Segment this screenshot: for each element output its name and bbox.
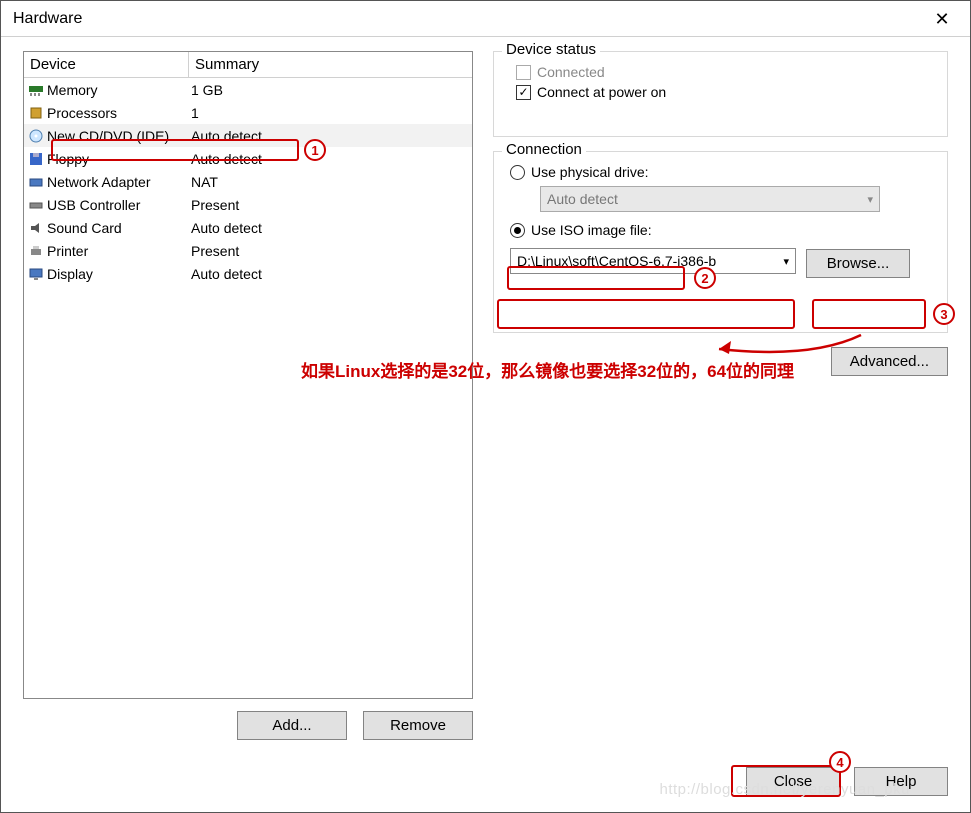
device-table-header: Device Summary <box>24 52 472 78</box>
device-summary: Auto detect <box>191 220 472 236</box>
add-button[interactable]: Add... <box>237 711 347 740</box>
use-physical-radio[interactable] <box>510 165 525 180</box>
cd-icon <box>28 128 44 144</box>
chevron-down-icon: ▾ <box>867 193 873 206</box>
device-name: USB Controller <box>47 197 191 213</box>
connect-power-on-label: Connect at power on <box>537 84 666 100</box>
device-summary: Present <box>191 243 472 259</box>
titlebar: Hardware ✕ <box>1 1 970 37</box>
connected-label: Connected <box>537 64 605 80</box>
chevron-down-icon[interactable]: ▾ <box>783 255 789 268</box>
device-status-legend: Device status <box>502 41 600 58</box>
display-icon <box>28 266 44 282</box>
device-summary: Auto detect <box>191 151 472 167</box>
device-row[interactable]: Display Auto detect <box>24 262 472 285</box>
device-summary: Present <box>191 197 472 213</box>
close-icon[interactable]: ✕ <box>922 2 962 36</box>
browse-button[interactable]: Browse... <box>806 249 910 278</box>
physical-drive-value: Auto detect <box>547 191 618 207</box>
device-name: Processors <box>47 105 191 121</box>
use-physical-label: Use physical drive: <box>531 164 649 180</box>
device-row[interactable]: Network Adapter NAT <box>24 170 472 193</box>
remove-button[interactable]: Remove <box>363 711 473 740</box>
use-iso-label: Use ISO image file: <box>531 222 652 238</box>
usb-icon <box>28 197 44 213</box>
use-iso-radio[interactable] <box>510 223 525 238</box>
content-area: Device Summary Memory 1 GB Processors 1 … <box>23 51 948 754</box>
device-row[interactable]: Floppy Auto detect <box>24 147 472 170</box>
right-pane: Device status Connected ✓ Connect at pow… <box>473 51 948 754</box>
iso-path-value: D:\Linux\soft\CentOS-6.7-i386-b <box>517 253 716 269</box>
window-title: Hardware <box>13 10 82 28</box>
device-row[interactable]: USB Controller Present <box>24 193 472 216</box>
sound-icon <box>28 220 44 236</box>
device-summary: Auto detect <box>191 128 472 144</box>
device-name: Floppy <box>47 151 191 167</box>
help-button[interactable]: Help <box>854 767 948 796</box>
device-row[interactable]: Memory 1 GB <box>24 78 472 101</box>
hardware-dialog: Hardware ✕ Device Summary Memory 1 GB Pr… <box>0 0 971 813</box>
device-summary: NAT <box>191 174 472 190</box>
net-icon <box>28 174 44 190</box>
connect-power-on-checkbox[interactable]: ✓ <box>516 85 531 100</box>
device-summary: Auto detect <box>191 266 472 282</box>
device-name: Memory <box>47 82 191 98</box>
device-name: Network Adapter <box>47 174 191 190</box>
device-row[interactable]: Processors 1 <box>24 101 472 124</box>
device-name: Sound Card <box>47 220 191 236</box>
left-pane: Device Summary Memory 1 GB Processors 1 … <box>23 51 473 754</box>
memory-icon <box>28 82 44 98</box>
connection-group: Connection Use physical drive: Auto dete… <box>493 151 948 333</box>
device-name: Display <box>47 266 191 282</box>
header-summary[interactable]: Summary <box>189 52 472 77</box>
advanced-button[interactable]: Advanced... <box>831 347 948 376</box>
device-table: Device Summary Memory 1 GB Processors 1 … <box>23 51 473 699</box>
header-device[interactable]: Device <box>24 52 189 77</box>
device-row[interactable]: Sound Card Auto detect <box>24 216 472 239</box>
connected-checkbox <box>516 65 531 80</box>
device-name: Printer <box>47 243 191 259</box>
physical-drive-combo: Auto detect ▾ <box>540 186 880 212</box>
device-status-group: Device status Connected ✓ Connect at pow… <box>493 51 948 137</box>
device-row[interactable]: New CD/DVD (IDE) Auto detect <box>24 124 472 147</box>
device-row[interactable]: Printer Present <box>24 239 472 262</box>
iso-path-combo[interactable]: D:\Linux\soft\CentOS-6.7-i386-b ▾ <box>510 248 796 274</box>
printer-icon <box>28 243 44 259</box>
device-name: New CD/DVD (IDE) <box>47 128 191 144</box>
close-button[interactable]: Close <box>746 767 840 796</box>
floppy-icon <box>28 151 44 167</box>
connection-legend: Connection <box>502 141 586 158</box>
cpu-icon <box>28 105 44 121</box>
device-summary: 1 GB <box>191 82 472 98</box>
device-summary: 1 <box>191 105 472 121</box>
